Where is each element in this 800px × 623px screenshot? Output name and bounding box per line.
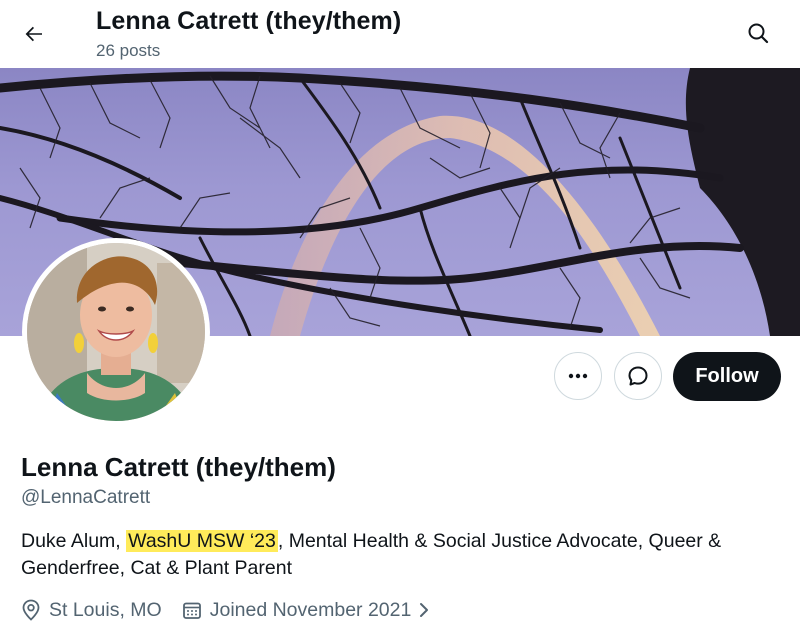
back-button[interactable] xyxy=(14,14,54,54)
avatar-photo xyxy=(27,243,205,421)
search-button[interactable] xyxy=(738,13,778,53)
message-icon xyxy=(628,366,648,386)
location-text: St Louis, MO xyxy=(49,599,162,621)
chevron-right-icon xyxy=(420,603,429,617)
location-pin-icon xyxy=(22,599,40,621)
profile-avatar[interactable] xyxy=(22,238,210,426)
bio-highlight: WashU MSW ‘23 xyxy=(126,530,278,552)
joined-text: Joined November 2021 xyxy=(209,599,412,621)
more-button[interactable] xyxy=(554,352,602,400)
profile-display-name: Lenna Catrett (they/them) xyxy=(21,452,336,482)
joined-item[interactable]: Joined November 2021 xyxy=(182,597,432,623)
header-title-block: Lenna Catrett (they/them) 26 posts xyxy=(96,4,401,62)
arrow-left-icon xyxy=(25,26,42,42)
calendar-icon xyxy=(182,602,201,619)
profile-bio: Duke Alum, WashU MSW ‘23, Mental Health … xyxy=(21,528,781,582)
follow-button[interactable]: Follow xyxy=(673,352,781,401)
search-icon xyxy=(748,23,769,44)
top-bar: Lenna Catrett (they/them) 26 posts xyxy=(0,0,800,68)
message-button[interactable] xyxy=(614,352,662,400)
header-name: Lenna Catrett (they/them) xyxy=(96,7,402,35)
more-horizontal-icon xyxy=(568,373,588,379)
profile-meta: St Louis, MO Joined November 2021 xyxy=(21,597,431,623)
post-count: 26 posts xyxy=(96,41,161,60)
bio-text-start: Duke Alum, xyxy=(21,530,127,552)
location-item: St Louis, MO xyxy=(21,597,162,623)
profile-handle: @LennaCatrett xyxy=(21,487,151,508)
